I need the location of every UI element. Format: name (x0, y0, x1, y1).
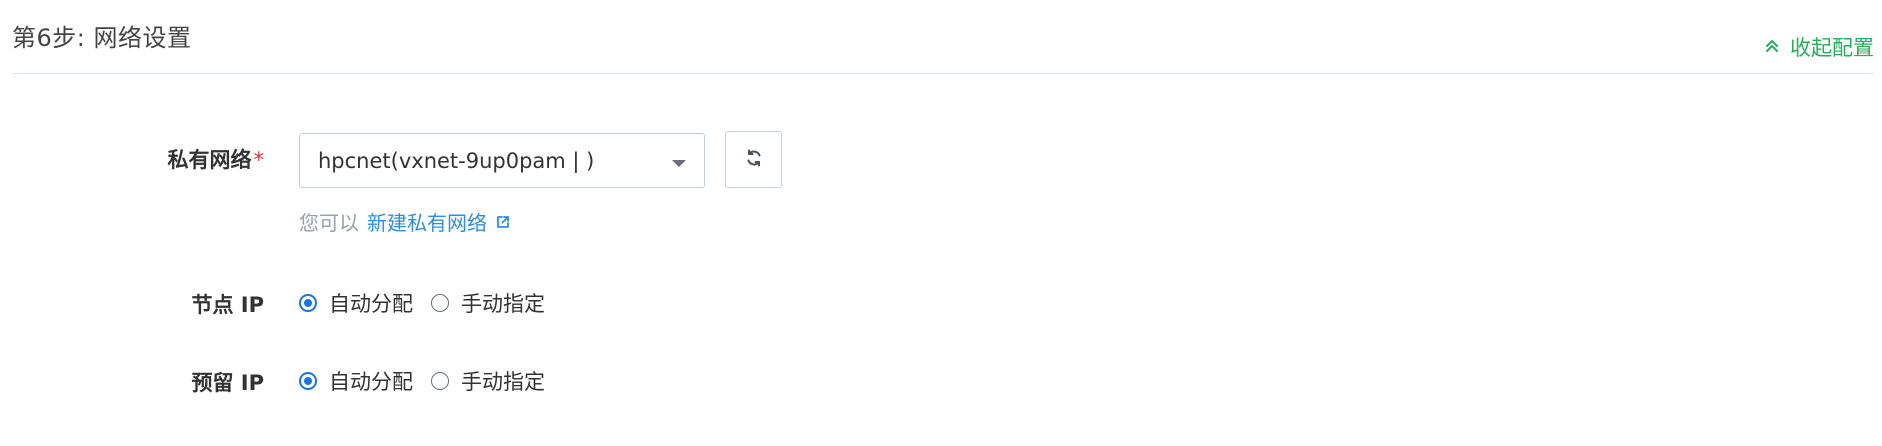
reserved-ip-radio-group: 自动分配 手动指定 (299, 366, 563, 396)
step-title: 第6步: 网络设置 (12, 24, 192, 52)
node-ip-manual-radio[interactable]: 手动指定 (431, 288, 545, 318)
reserved-ip-manual-label: 手动指定 (461, 370, 545, 394)
node-ip-auto-label: 自动分配 (329, 292, 413, 316)
external-link-icon[interactable] (495, 214, 511, 230)
create-network-hint: 您可以 新建私有网络 (299, 207, 511, 236)
refresh-icon (744, 148, 764, 172)
radio-unchecked-icon (431, 294, 449, 312)
collapse-config-label: 收起配置 (1790, 36, 1874, 60)
node-ip-auto-radio[interactable]: 自动分配 (299, 288, 413, 318)
private-network-select[interactable]: hpcnet(vxnet-9up0pam | ) (299, 133, 705, 188)
radio-unchecked-icon (431, 372, 449, 390)
radio-checked-icon (299, 294, 317, 312)
node-ip-manual-label: 手动指定 (461, 292, 545, 316)
collapse-config-link[interactable]: 收起配置 (1764, 32, 1874, 62)
node-ip-label: 节点 IP (191, 293, 264, 317)
private-network-label-text: 私有网络 (167, 148, 252, 172)
reserved-ip-auto-label: 自动分配 (329, 370, 413, 394)
header-divider (12, 73, 1874, 74)
private-network-selected-value: hpcnet(vxnet-9up0pam | ) (318, 148, 595, 173)
caret-down-icon (672, 160, 686, 167)
create-private-network-link[interactable]: 新建私有网络 (367, 207, 487, 236)
radio-checked-icon (299, 372, 317, 390)
reserved-ip-manual-radio[interactable]: 手动指定 (431, 366, 545, 396)
required-mark: * (253, 148, 265, 172)
network-settings-panel: 第6步: 网络设置 收起配置 私有网络* hpcnet(vxnet-9up0pa… (0, 0, 1882, 446)
reserved-ip-label: 预留 IP (191, 371, 264, 395)
private-network-label: 私有网络* (120, 144, 265, 174)
node-ip-radio-group: 自动分配 手动指定 (299, 288, 563, 318)
double-chevron-up-icon (1764, 35, 1780, 59)
reserved-ip-auto-radio[interactable]: 自动分配 (299, 366, 413, 396)
hint-prefix: 您可以 (299, 211, 359, 235)
refresh-network-button[interactable] (725, 131, 782, 188)
